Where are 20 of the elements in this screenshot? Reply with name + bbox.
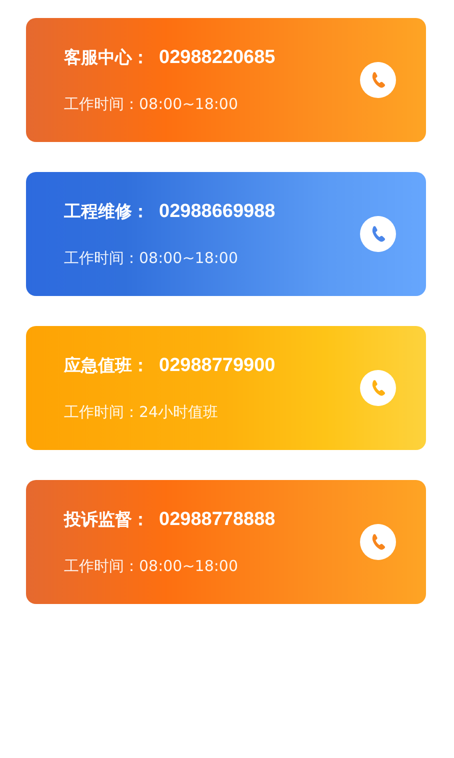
phone-icon[interactable] bbox=[360, 62, 396, 98]
phone-number: 02988779900 bbox=[159, 355, 276, 377]
contact-label: 工程维修： bbox=[64, 201, 149, 223]
contact-label: 投诉监督： bbox=[64, 509, 149, 531]
phone-icon[interactable] bbox=[360, 370, 396, 406]
hours-value: 08:00~18:00 bbox=[139, 95, 238, 114]
phone-number: 02988669988 bbox=[159, 201, 276, 223]
contact-label: 客服中心： bbox=[64, 47, 149, 69]
phone-icon[interactable] bbox=[360, 524, 396, 560]
hours-label: 工作时间： bbox=[64, 95, 139, 114]
hours-value: 24小时值班 bbox=[139, 403, 218, 422]
hours-label: 工作时间： bbox=[64, 403, 139, 422]
hours-label: 工作时间： bbox=[64, 557, 139, 576]
contact-label: 应急值班： bbox=[64, 355, 149, 377]
phone-number: 02988220685 bbox=[159, 47, 276, 69]
hours-value: 08:00~18:00 bbox=[139, 557, 238, 576]
hours-value: 08:00~18:00 bbox=[139, 249, 238, 268]
phone-number: 02988778888 bbox=[159, 509, 276, 531]
hours-label: 工作时间： bbox=[64, 249, 139, 268]
phone-icon[interactable] bbox=[360, 216, 396, 252]
